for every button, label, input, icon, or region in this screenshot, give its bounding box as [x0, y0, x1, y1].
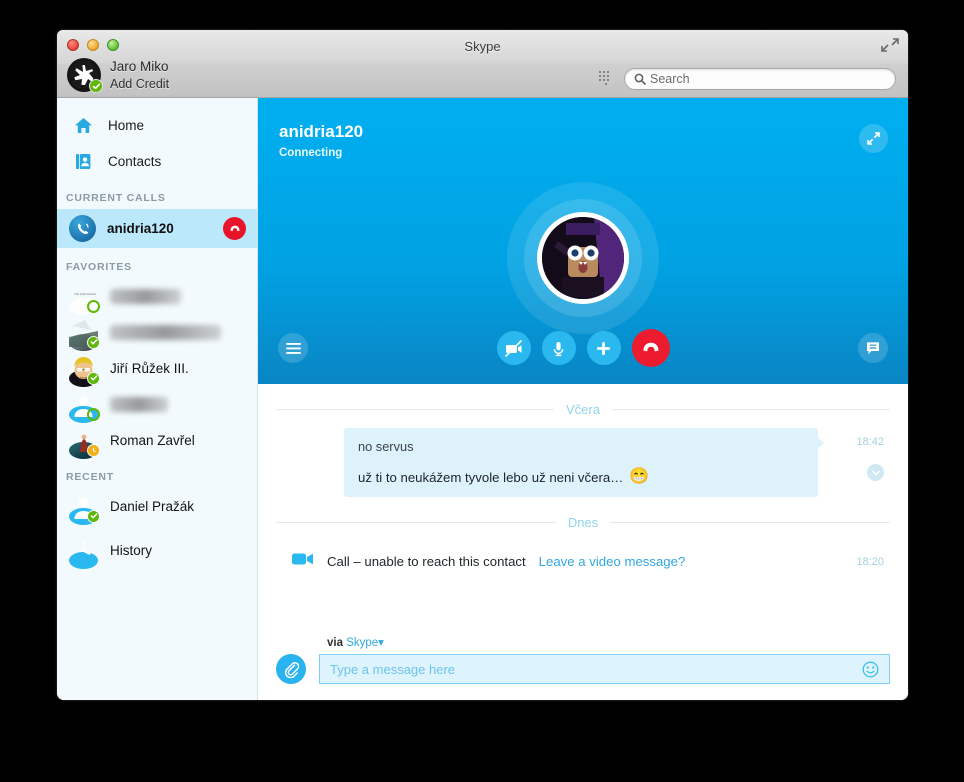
status-badge — [87, 299, 100, 313]
via-selector[interactable]: via Skype▾ — [327, 635, 890, 649]
section-header-recent: RECENT — [66, 471, 114, 483]
paperclip-icon[interactable] — [276, 654, 306, 684]
add-plus-icon[interactable] — [586, 331, 621, 365]
list-item[interactable]: Daniel Pražák — [57, 488, 257, 525]
sidebar-item-label: History — [110, 542, 153, 558]
sidebar: Home Contacts CURRENT CALLS anidria120 F… — [57, 98, 258, 700]
avatar — [67, 58, 103, 94]
call-event-timestamp: 18:20 — [856, 555, 884, 568]
day-label: Dnes — [567, 515, 599, 530]
message-text: no servus — [358, 439, 414, 454]
search-input[interactable]: Search — [624, 68, 896, 90]
list-item[interactable]: Roman Zavřel — [57, 422, 257, 459]
current-call-name: anidria120 — [107, 221, 174, 236]
sidebar-item-current-call[interactable]: anidria120 — [57, 209, 257, 248]
status-badge — [87, 335, 100, 349]
avatar — [69, 492, 100, 525]
call-contact-name: anidria120 — [279, 122, 364, 141]
via-label: via — [327, 637, 343, 649]
call-event-row: Call – unable to reach this contact Leav… — [276, 541, 890, 571]
day-separator: Dnes — [276, 515, 891, 530]
call-panel: anidria120 Connecting — [258, 98, 908, 384]
chevron-down-icon[interactable] — [867, 464, 884, 481]
day-label: Včera — [566, 402, 600, 417]
list-item-label: Placeholder Name — [110, 324, 222, 340]
contacts-book-icon — [71, 152, 95, 171]
message-input-placeholder: Type a message here — [330, 661, 456, 677]
end-call-icon[interactable] — [631, 329, 670, 367]
status-badge — [87, 407, 100, 421]
incoming-call-icon — [69, 215, 96, 242]
home-icon — [71, 116, 95, 135]
sidebar-item-home[interactable]: Home — [57, 107, 257, 143]
main-area: anidria120 Connecting Včera no servus už… — [258, 98, 908, 700]
list-item[interactable]: Placeholder Name — [57, 314, 257, 351]
list-item-label: Jiří Růžek III. — [110, 360, 189, 376]
list-item-label: Redacted — [110, 396, 168, 412]
window-body: Home Contacts CURRENT CALLS anidria120 F… — [57, 98, 908, 700]
status-badge — [87, 443, 100, 457]
sidebar-item-label: Contacts — [108, 153, 162, 169]
call-status: Connecting — [279, 147, 343, 159]
message-composer: via Skype▾ Type a message here — [258, 621, 908, 700]
hamburger-menu-icon[interactable] — [278, 333, 308, 363]
day-separator: Včera — [276, 402, 890, 417]
expand-icon[interactable] — [859, 124, 888, 153]
section-header-favorites: FAVORITES — [66, 261, 132, 273]
list-item[interactable]: The Information Placeholder — [57, 278, 257, 315]
status-badge — [87, 371, 100, 385]
add-credit-link[interactable]: Add Credit — [110, 76, 169, 93]
list-item-label: Placeholder — [110, 288, 182, 304]
window-titlebar: Skype Jaro Miko Add Credit Search — [57, 30, 908, 98]
chat-transcript: Včera no servus už ti to neukážem tyvole… — [258, 384, 908, 621]
avatar — [69, 426, 100, 459]
message-input[interactable]: Type a message here — [319, 654, 890, 684]
status-badge — [87, 509, 100, 523]
message-text-secondary: už ti to neukážem tyvole lebo už neni vč… — [358, 468, 650, 485]
dialpad-icon[interactable] — [599, 71, 613, 87]
user-profile[interactable]: Jaro Miko Add Credit — [67, 58, 169, 94]
avatar: The Information — [69, 282, 100, 315]
hangup-icon[interactable] — [223, 217, 246, 240]
microphone-icon[interactable] — [541, 331, 576, 365]
video-camera-icon — [292, 552, 314, 571]
sidebar-item-contacts[interactable]: Contacts — [57, 143, 257, 179]
profile-name: Jaro Miko — [110, 59, 169, 74]
smiley-emoji: 😁 — [629, 468, 650, 485]
search-group: Search — [599, 68, 896, 90]
chevron-down-icon[interactable]: ▾ — [378, 637, 384, 649]
search-icon — [634, 73, 646, 85]
sidebar-item-history[interactable]: History — [57, 532, 257, 569]
message-meta: 18:42 — [818, 428, 890, 481]
list-item-label: Roman Zavřel — [110, 432, 195, 448]
list-item[interactable]: Jiří Růžek III. — [57, 350, 257, 387]
composer-input-row: Type a message here — [276, 654, 890, 684]
chat-bubble-icon[interactable] — [858, 333, 888, 363]
window-title: Skype — [464, 39, 501, 54]
sidebar-item-label: Home — [108, 117, 145, 133]
expand-diagonal-icon[interactable] — [878, 34, 902, 56]
list-item-label: Daniel Pražák — [110, 498, 195, 514]
list-item[interactable]: Redacted — [57, 386, 257, 423]
avatar — [542, 217, 624, 299]
message-bubble[interactable]: no servus už ti to neukážem tyvole lebo … — [344, 428, 824, 497]
via-value[interactable]: Skype — [346, 637, 378, 649]
message-timestamp: 18:42 — [856, 436, 884, 448]
avatar — [69, 390, 100, 423]
avatar — [69, 318, 100, 351]
clock-icon — [69, 536, 98, 569]
call-event-text: Call – unable to reach this contact — [327, 554, 526, 569]
smiley-icon[interactable] — [862, 661, 879, 678]
call-pulse-rings — [507, 182, 659, 334]
search-placeholder: Search — [650, 72, 690, 86]
leave-video-message-link[interactable]: Leave a video message? — [539, 554, 686, 569]
section-header-current-calls: CURRENT CALLS — [66, 192, 166, 204]
skype-window: Skype Jaro Miko Add Credit Search Home C… — [57, 30, 908, 700]
avatar — [69, 354, 100, 387]
video-off-icon[interactable] — [496, 331, 531, 365]
message-row: no servus už ti to neukážem tyvole lebo … — [276, 428, 890, 497]
call-controls — [258, 329, 908, 367]
